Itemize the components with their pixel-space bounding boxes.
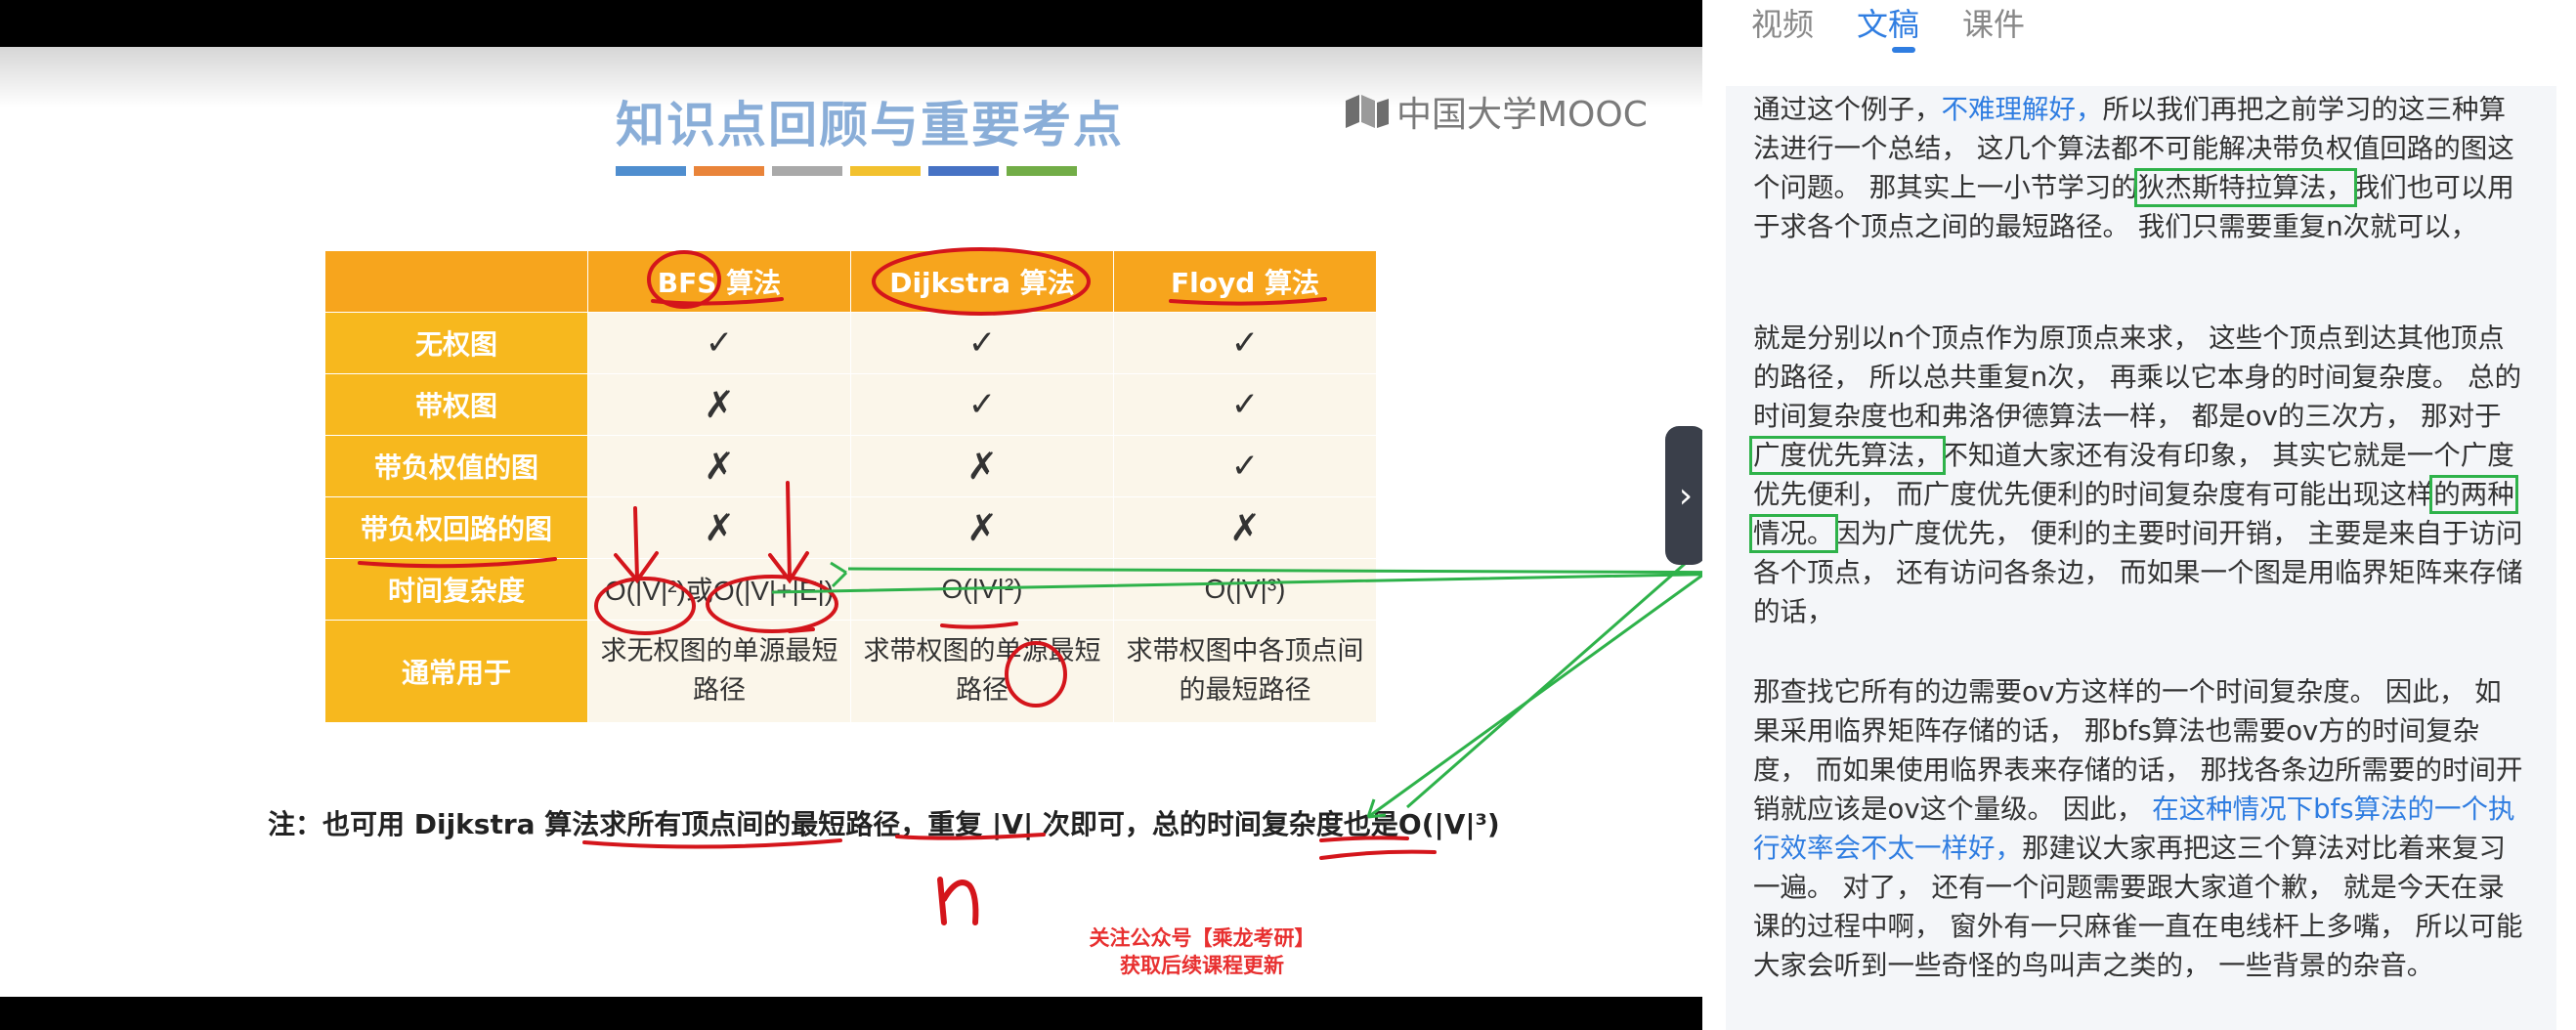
table-row: 带权图 ✗ ✓ ✓ (324, 373, 1377, 436)
algorithm-comparison-table: BFS 算法 Dijkstra 算法 Floyd 算法 无权图 ✓ ✓ ✓ 带权… (324, 250, 1377, 723)
cross-icon: ✗ (850, 435, 1114, 497)
mooc-logo: 中国大学MOOC (1344, 86, 1648, 137)
table-header-row: BFS 算法 Dijkstra 算法 Floyd 算法 (324, 250, 1377, 313)
cross-icon: ✗ (850, 496, 1114, 559)
color-bar-1 (616, 166, 686, 176)
color-bar-6 (1007, 166, 1077, 176)
transcript-text: 就是分别以n个顶点作为原顶点来求， 这些个顶点到达其他顶点的路径， 所以总共重复… (1753, 322, 2522, 432)
table-row: 无权图 ✓ ✓ ✓ (324, 312, 1377, 374)
row-label: 无权图 (324, 312, 588, 374)
cross-icon: ✗ (587, 435, 851, 497)
table-row: 带负权值的图 ✗ ✗ ✓ (324, 435, 1377, 497)
check-icon: ✓ (587, 312, 851, 374)
row-label: 带负权值的图 (324, 435, 588, 497)
lecture-slide: 知识点回顾与重要考点 中国大学MOOC BFS 算法 Dijkstra 算法 F… (0, 47, 1702, 997)
cross-icon: ✗ (1113, 496, 1377, 559)
usage-dijkstra: 求带权图的单源最短路径 (850, 620, 1114, 723)
color-bar-5 (928, 166, 999, 176)
transcript-paragraph-1: 通过这个例子，不难理解好，所以我们再把之前学习的这三种算法进行一个总结， 这几个… (1753, 90, 2525, 246)
boxed-phrase: 狄杰斯特拉算法， (2133, 168, 2357, 207)
complexity-floyd: O(|V|³) (1113, 558, 1377, 621)
video-player[interactable]: 知识点回顾与重要考点 中国大学MOOC BFS 算法 Dijkstra 算法 F… (0, 0, 1702, 1030)
complexity-dijkstra: O(|V|²) (850, 558, 1114, 621)
tab-transcript[interactable]: 文稿 (1857, 0, 1919, 59)
row-label: 时间复杂度 (324, 558, 588, 621)
promo-text: 关注公众号【乘龙考研】 获取后续课程更新 (1055, 924, 1349, 979)
table-row: 时间复杂度 O(|V|²)或O(|V|+|E|) O(|V|²) O(|V|³) (324, 558, 1377, 621)
check-icon: ✓ (1113, 435, 1377, 497)
transcript-paragraph-2: 就是分别以n个顶点作为原顶点来求， 这些个顶点到达其他顶点的路径， 所以总共重复… (1749, 319, 2525, 631)
promo-line-1: 关注公众号【乘龙考研】 (1089, 926, 1315, 950)
header-bfs: BFS 算法 (587, 250, 851, 313)
transcript-body[interactable]: 通过这个例子，不难理解好，所以我们再把之前学习的这三种算法进行一个总结， 这几个… (1726, 86, 2556, 1030)
transcript-text: 因为广度优先， 便利的主要时间开销， 主要是来自于访问各个顶点， 还有访问各条边… (1753, 518, 2523, 627)
transcript-paragraph-3: 那查找它所有的边需要ov方这样的一个时间复杂度。 因此， 如果采用临界矩阵存储的… (1753, 672, 2525, 985)
tab-video[interactable]: 视频 (1751, 0, 1814, 59)
check-icon: ✓ (850, 373, 1114, 436)
mooc-logo-icon (1346, 95, 1389, 128)
row-label: 带负权回路的图 (324, 496, 588, 559)
slide-note: 注：也可用 Dijkstra 算法求所有顶点间的最短路径，重复 |V| 次即可，… (268, 808, 1500, 840)
header-floyd: Floyd 算法 (1113, 250, 1377, 313)
cross-icon: ✗ (587, 496, 851, 559)
color-bar-2 (694, 166, 764, 176)
tab-courseware[interactable]: 课件 (1962, 0, 2025, 59)
cross-icon: ✗ (587, 373, 851, 436)
mooc-logo-text: 中国大学MOOC (1396, 95, 1648, 135)
color-bar-3 (772, 166, 842, 176)
check-icon: ✓ (850, 312, 1114, 374)
slide-color-bars (616, 166, 1077, 176)
transcript-text: 通过这个例子， (1753, 94, 1942, 125)
row-label: 带权图 (324, 373, 588, 436)
highlighted-phrase: 不难理解好， (1941, 94, 2103, 125)
check-icon: ✓ (1113, 312, 1377, 374)
chevron-right-icon: › (1678, 475, 1694, 516)
complexity-bfs: O(|V|²)或O(|V|+|E|) (587, 558, 851, 621)
table-corner-cell (324, 250, 588, 313)
usage-floyd: 求带权图中各顶点间的最短路径 (1113, 620, 1377, 723)
table-row: 通常用于 求无权图的单源最短路径 求带权图的单源最短路径 求带权图中各顶点间的最… (324, 620, 1377, 723)
panel-tabs: 视频 文稿 课件 (1751, 0, 2025, 59)
boxed-phrase: 广度优先算法， (1749, 436, 1946, 475)
usage-bfs: 求无权图的单源最短路径 (587, 620, 851, 723)
header-dijkstra: Dijkstra 算法 (850, 250, 1114, 313)
row-label: 通常用于 (324, 620, 588, 723)
transcript-panel: 视频 文稿 课件 通过这个例子，不难理解好，所以我们再把之前学习的这三种算法进行… (1702, 0, 2576, 1030)
promo-line-2: 获取后续课程更新 (1120, 954, 1284, 977)
table-row: 带负权回路的图 ✗ ✗ ✗ (324, 496, 1377, 559)
slide-title: 知识点回顾与重要考点 (616, 97, 1124, 153)
check-icon: ✓ (1113, 373, 1377, 436)
collapse-panel-button[interactable]: › (1665, 426, 1706, 565)
color-bar-4 (850, 166, 921, 176)
